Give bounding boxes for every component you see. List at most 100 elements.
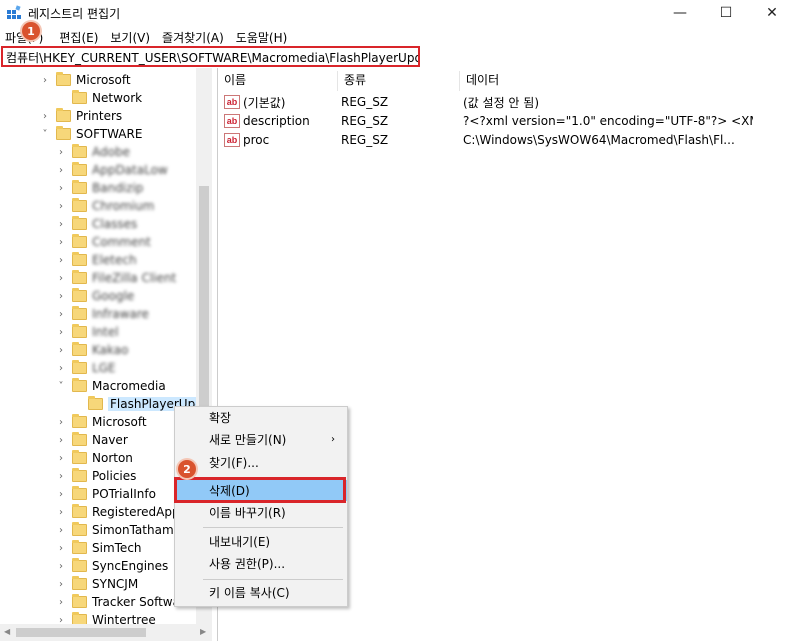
chevron-right-icon[interactable]: › — [56, 201, 66, 212]
chevron-down-icon[interactable]: ˅ — [56, 381, 66, 392]
chevron-right-icon[interactable]: › — [56, 489, 66, 500]
tree-item[interactable]: › Printers — [40, 107, 122, 125]
chevron-right-icon[interactable]: › — [56, 327, 66, 338]
chevron-right-icon[interactable]: › — [56, 147, 66, 158]
tree-item[interactable]: › Eletech — [56, 251, 137, 269]
tree-item[interactable]: › AppDataLow — [56, 161, 168, 179]
minimize-button[interactable]: — — [657, 0, 703, 26]
tree-item-label: Macromedia — [92, 379, 166, 393]
chevron-right-icon[interactable]: › — [56, 471, 66, 482]
chevron-down-icon[interactable]: ˅ — [40, 129, 50, 140]
tree-item[interactable]: › Classes — [56, 215, 137, 233]
tree-item-label: Infraware — [92, 307, 149, 321]
chevron-right-icon[interactable]: › — [56, 525, 66, 536]
chevron-right-icon[interactable]: › — [56, 291, 66, 302]
context-expand[interactable]: 확장 — [175, 407, 347, 428]
column-header-name[interactable]: 이름 — [218, 71, 338, 91]
tree-horizontal-scrollbar[interactable]: ◀ ▶ — [0, 624, 212, 641]
menu-help[interactable]: 도움말(H) — [231, 26, 295, 46]
chevron-right-icon[interactable]: › — [56, 597, 66, 608]
tree-item[interactable]: ˅ Macromedia — [56, 377, 166, 395]
tree-item[interactable]: ˅ SOFTWARE — [40, 125, 142, 143]
column-header-data[interactable]: 데이터 — [460, 71, 795, 91]
tree-scroll-thumb[interactable] — [199, 186, 209, 422]
address-bar[interactable]: 컴퓨터\HKEY_CURRENT_USER\SOFTWARE\Macromedi… — [1, 46, 420, 67]
tree-item[interactable]: › Norton — [56, 449, 133, 467]
context-permissions[interactable]: 사용 권한(P)... — [175, 553, 347, 574]
tree-item[interactable]: › RegisteredApplic — [56, 503, 193, 521]
tree-item[interactable]: › Infraware — [56, 305, 149, 323]
context-new[interactable]: 새로 만들기(N) › — [175, 429, 347, 450]
tree-hscroll-thumb[interactable] — [16, 628, 146, 637]
chevron-right-icon[interactable]: › — [56, 309, 66, 320]
chevron-right-icon[interactable]: › — [56, 219, 66, 230]
context-find[interactable]: 찾기(F)... — [175, 452, 347, 473]
chevron-right-icon[interactable]: › — [56, 237, 66, 248]
value-row[interactable]: ab proc REG_SZ C:\Windows\SysWOW64\Macrom… — [224, 131, 753, 149]
folder-icon — [72, 288, 87, 302]
menu-view[interactable]: 보기(V) — [105, 26, 157, 46]
tree-item[interactable]: › Bandizip — [56, 179, 143, 197]
chevron-right-icon[interactable] — [56, 93, 66, 103]
value-row[interactable]: ab (기본값) REG_SZ (값 설정 안 됨) — [224, 93, 753, 111]
tree-item[interactable]: › SYNCJM — [56, 575, 138, 593]
chevron-right-icon[interactable]: › — [56, 363, 66, 374]
context-export[interactable]: 내보내기(E) — [175, 531, 347, 552]
tree-item[interactable]: › Intel — [56, 323, 119, 341]
context-rename[interactable]: 이름 바꾸기(R) — [175, 502, 347, 523]
chevron-right-icon[interactable]: › — [56, 255, 66, 266]
tree-item[interactable]: › Microsoft — [40, 71, 131, 89]
tree-item[interactable]: › POTrialInfo — [56, 485, 156, 503]
scroll-right-icon[interactable]: ▶ — [200, 627, 206, 636]
tree-item[interactable]: › Tracker Software — [56, 593, 192, 611]
menu-bar: 파일(F) 편집(E) 보기(V) 즐겨찾기(A) 도움말(H) — [0, 26, 795, 46]
tree-item[interactable]: › SimTech — [56, 539, 142, 557]
tree-item-label: Chromium — [92, 199, 155, 213]
chevron-right-icon[interactable]: › — [56, 543, 66, 554]
value-type: REG_SZ — [341, 114, 389, 128]
chevron-right-icon[interactable]: › — [56, 579, 66, 590]
tree-item-label: Kakao — [92, 343, 129, 357]
menu-favorites[interactable]: 즐겨찾기(A) — [157, 26, 231, 46]
tree-item[interactable]: › Naver — [56, 431, 128, 449]
tree-item[interactable]: › Microsoft — [56, 413, 147, 431]
chevron-right-icon[interactable]: › — [56, 453, 66, 464]
folder-icon — [72, 360, 87, 374]
chevron-right-icon[interactable] — [72, 399, 82, 409]
tree-item[interactable]: › Google — [56, 287, 134, 305]
tree-item[interactable]: › SyncEngines — [56, 557, 168, 575]
tree-item[interactable]: › LGE — [56, 359, 116, 377]
maximize-button[interactable]: ☐ — [703, 0, 749, 26]
tree-item[interactable]: › FileZilla Client — [56, 269, 176, 287]
value-data: C:\Windows\SysWOW64\Macromed\Flash\Fl... — [463, 133, 735, 147]
menu-edit[interactable]: 편집(E) — [54, 26, 105, 46]
chevron-right-icon[interactable]: › — [56, 273, 66, 284]
tree-item[interactable]: › Comment — [56, 233, 151, 251]
close-button[interactable]: ✕ — [749, 0, 795, 26]
folder-icon — [72, 324, 87, 338]
folder-icon — [88, 396, 103, 410]
tree-item-label: Microsoft — [92, 415, 147, 429]
chevron-right-icon[interactable]: › — [56, 183, 66, 194]
scroll-left-icon[interactable]: ◀ — [4, 627, 10, 636]
tree-item[interactable]: › SimonTatham — [56, 521, 174, 539]
folder-icon — [56, 72, 71, 86]
chevron-right-icon[interactable]: › — [56, 417, 66, 428]
folder-icon — [72, 522, 87, 536]
tree-item[interactable]: Network — [56, 89, 142, 107]
chevron-right-icon[interactable]: › — [56, 561, 66, 572]
chevron-right-icon[interactable]: › — [56, 435, 66, 446]
value-row[interactable]: ab description REG_SZ ?<?xml version="1.0… — [224, 112, 753, 130]
column-header-type[interactable]: 종류 — [338, 71, 460, 91]
tree-item[interactable]: › Kakao — [56, 341, 128, 359]
chevron-right-icon[interactable]: › — [56, 345, 66, 356]
chevron-right-icon[interactable]: › — [40, 111, 50, 122]
tree-item[interactable]: › Chromium — [56, 197, 154, 215]
chevron-right-icon[interactable]: › — [56, 165, 66, 176]
chevron-right-icon[interactable]: › — [56, 507, 66, 518]
value-data: ?<?xml version="1.0" encoding="UTF-8"?> … — [463, 114, 753, 128]
tree-item[interactable]: › Adobe — [56, 143, 130, 161]
tree-item[interactable]: › Policies — [56, 467, 136, 485]
context-copy-key-name[interactable]: 키 이름 복사(C) — [175, 582, 347, 603]
chevron-right-icon[interactable]: › — [40, 75, 50, 86]
